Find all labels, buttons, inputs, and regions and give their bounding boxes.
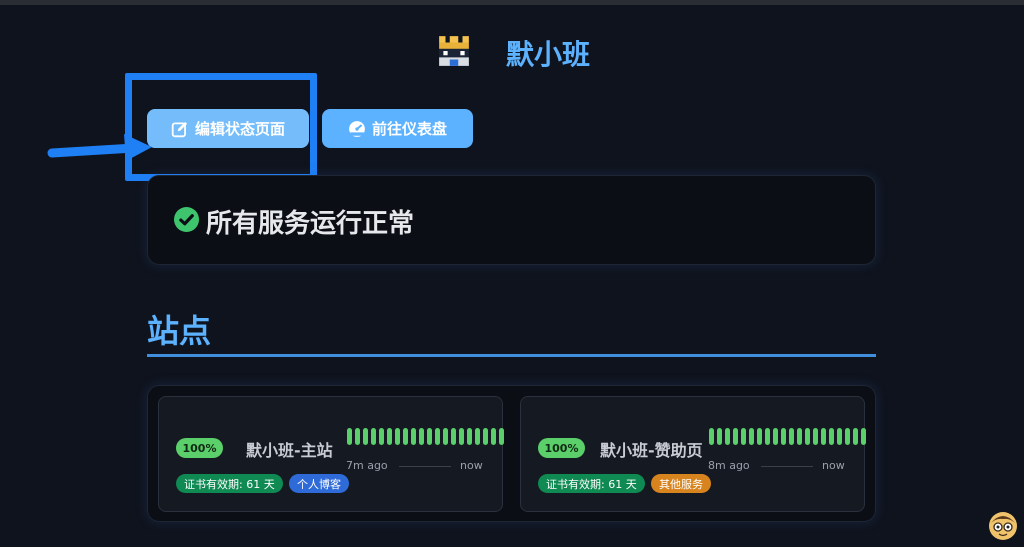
section-title: 站点: [147, 312, 212, 350]
heartbeat-tick[interactable]: [371, 428, 376, 445]
certificate-expiry-badge: 证书有效期: 61 天: [176, 474, 283, 493]
heartbeat-timeline: [399, 466, 451, 467]
heartbeat-tick[interactable]: [709, 428, 714, 445]
heartbeat-tick[interactable]: [419, 428, 424, 445]
heartbeat-tick[interactable]: [797, 428, 802, 445]
heartbeat-tick[interactable]: [459, 428, 464, 445]
uptime-badge: 100%: [538, 438, 585, 458]
monitor-card-main-site[interactable]: 100% 默小班-主站 7m ago now 证书有效期: 61 天 个人博客: [158, 396, 504, 512]
heartbeat-tick[interactable]: [821, 428, 826, 445]
monitor-tag: 个人博客: [289, 474, 349, 493]
site-title: 默小班: [506, 38, 591, 71]
heartbeat-end-time: now: [822, 459, 845, 472]
heartbeat-tick[interactable]: [845, 428, 850, 445]
monitor-list-panel: 100% 默小班-主站 7m ago now 证书有效期: 61 天 个人博客 …: [147, 385, 876, 522]
heartbeat-tick[interactable]: [467, 428, 472, 445]
heartbeat-tick[interactable]: [789, 428, 794, 445]
monitor-name: 默小班-主站: [246, 441, 333, 460]
heartbeat-tick[interactable]: [363, 428, 368, 445]
heartbeat-tick[interactable]: [451, 428, 456, 445]
gauge-icon: [349, 120, 365, 137]
heartbeat-start-time: 7m ago: [346, 459, 388, 472]
heartbeat-bar: [709, 428, 866, 445]
heartbeat-timeline: [761, 466, 813, 467]
heartbeat-tick[interactable]: [805, 428, 810, 445]
heartbeat-tick[interactable]: [861, 428, 866, 445]
heartbeat-tick[interactable]: [435, 428, 440, 445]
heartbeat-tick[interactable]: [725, 428, 730, 445]
annotation-arrow-icon: [47, 134, 152, 161]
avatar-icon[interactable]: [988, 511, 1018, 541]
heartbeat-tick[interactable]: [427, 428, 432, 445]
heartbeat-tick[interactable]: [411, 428, 416, 445]
monitor-card-sponsor-page[interactable]: 100% 默小班-赞助页 8m ago now 证书有效期: 61 天 其他服务: [520, 396, 866, 512]
go-to-dashboard-label: 前往仪表盘: [371, 120, 447, 138]
heartbeat-tick[interactable]: [717, 428, 722, 445]
heartbeat-tick[interactable]: [347, 428, 352, 445]
window-top-bar: [0, 0, 1024, 5]
heartbeat-tick[interactable]: [395, 428, 400, 445]
heartbeat-tick[interactable]: [773, 428, 778, 445]
heartbeat-tick[interactable]: [379, 428, 384, 445]
heartbeat-tick[interactable]: [483, 428, 488, 445]
uptime-badge: 100%: [176, 438, 223, 458]
heartbeat-bar: [347, 428, 504, 445]
heartbeat-tick[interactable]: [757, 428, 762, 445]
certificate-expiry-badge: 证书有效期: 61 天: [538, 474, 645, 493]
heartbeat-tick[interactable]: [813, 428, 818, 445]
check-circle-icon: [174, 207, 199, 232]
heartbeat-tick[interactable]: [355, 428, 360, 445]
heartbeat-tick[interactable]: [781, 428, 786, 445]
go-to-dashboard-button[interactable]: 前往仪表盘: [322, 109, 473, 148]
heartbeat-tick[interactable]: [403, 428, 408, 445]
monitor-name: 默小班-赞助页: [600, 441, 703, 460]
heartbeat-tick[interactable]: [741, 428, 746, 445]
heartbeat-tick[interactable]: [765, 428, 770, 445]
heartbeat-tick[interactable]: [749, 428, 754, 445]
heartbeat-tick[interactable]: [387, 428, 392, 445]
overall-status-panel: 所有服务运行正常: [147, 175, 876, 265]
heartbeat-tick[interactable]: [853, 428, 858, 445]
heartbeat-end-time: now: [460, 459, 483, 472]
pixel-castle-icon: [439, 36, 469, 66]
overall-status-text: 所有服务运行正常: [206, 209, 415, 239]
heartbeat-tick[interactable]: [475, 428, 480, 445]
section-divider: [147, 354, 876, 357]
heartbeat-tick[interactable]: [733, 428, 738, 445]
heartbeat-tick[interactable]: [499, 428, 504, 445]
heartbeat-tick[interactable]: [491, 428, 496, 445]
heartbeat-tick[interactable]: [837, 428, 842, 445]
monitor-tag: 其他服务: [651, 474, 711, 493]
heartbeat-tick[interactable]: [829, 428, 834, 445]
heartbeat-tick[interactable]: [443, 428, 448, 445]
heartbeat-start-time: 8m ago: [708, 459, 750, 472]
